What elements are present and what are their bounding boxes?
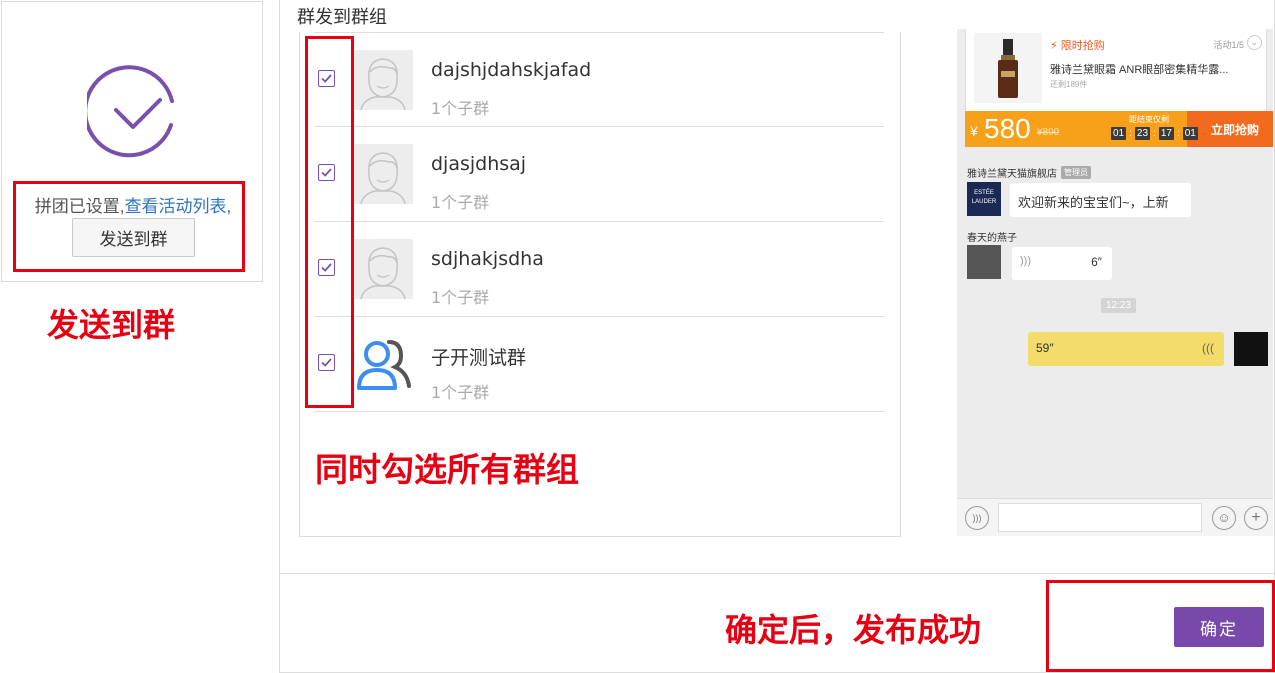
group-row[interactable]: djasjdhsaj 1个子群	[314, 127, 884, 222]
highlight-box-send	[13, 181, 245, 272]
voice-input-icon[interactable]: )))	[965, 506, 989, 530]
product-image	[974, 33, 1042, 103]
countdown-hours: 23	[1134, 127, 1151, 140]
outgoing-voice-message[interactable]: 59″ (((	[1028, 332, 1224, 366]
group-subgroup-count: 1个子群	[431, 193, 490, 212]
person-avatar-icon	[353, 144, 413, 204]
annotation-send-to-group: 发送到群	[47, 306, 176, 344]
product-title: 雅诗兰黛眼霜 ANR眼部密集精华露...	[1050, 64, 1229, 76]
emoji-icon[interactable]: ☺	[1212, 506, 1236, 530]
welcome-message-bubble: 欢迎新来的宝宝们~，上新	[1010, 183, 1191, 217]
person-avatar-icon	[353, 50, 413, 110]
check-circle-icon	[87, 65, 174, 158]
highlight-box-checkboxes	[305, 36, 354, 408]
shop-logo-avatar: ESTĒE LAUDER	[967, 182, 1001, 216]
activity-count: 活动1/5	[1213, 40, 1244, 50]
chat-text-input[interactable]	[998, 503, 1202, 532]
plus-icon[interactable]: +	[1244, 506, 1268, 530]
chat-input-bar: ))) ☺ +	[957, 498, 1273, 536]
price-bar: ¥ 580 ¥800 距结束仅剩 01: 23: 17: 01 立即抢购	[965, 111, 1273, 147]
flash-sale-label: ⚡ 限时抢购	[1050, 40, 1105, 52]
incoming-voice-message[interactable]: ))) 6″	[1012, 247, 1112, 280]
current-price: 580	[984, 113, 1031, 144]
countdown-seconds: 01	[1182, 127, 1198, 140]
annotation-confirm-success: 确定后，发布成功	[725, 611, 982, 649]
voice-duration: 6″	[1091, 255, 1102, 269]
group-name: djasjdhsaj	[431, 153, 527, 175]
chevron-down-icon[interactable]: ⌄	[1247, 35, 1262, 50]
currency-symbol: ¥	[970, 123, 978, 139]
annotation-select-all-groups: 同时勾选所有群组	[315, 450, 579, 489]
mobile-preview: ⚡ 限时抢购 活动1/5 ⌄ 雅诗兰黛眼霜 ANR眼部密集精华露... 还剩18…	[957, 29, 1273, 536]
dialog-title: 群发到群组	[297, 7, 387, 28]
group-list: dajshjdahskjafad 1个子群 djasjdhsaj 1个子群 sd…	[314, 32, 884, 412]
person-avatar-icon	[353, 239, 413, 299]
voice-duration: 59″	[1036, 341, 1054, 355]
stock-remaining: 还剩189件	[1050, 80, 1088, 89]
countdown-timer: 01: 23: 17: 01	[1111, 127, 1198, 140]
chat-sender-user: 春天的燕子	[967, 233, 1017, 244]
original-price: ¥800	[1037, 127, 1060, 138]
group-subgroup-count: 1个子群	[431, 383, 490, 402]
my-avatar	[1234, 332, 1268, 366]
voice-wave-icon: )))	[1020, 255, 1031, 267]
countdown-label: 距结束仅剩	[1129, 115, 1169, 124]
user-avatar	[967, 245, 1001, 279]
group-subgroup-count: 1个子群	[431, 99, 490, 118]
buy-now-button[interactable]: 立即抢购	[1211, 121, 1259, 138]
highlight-box-confirm	[1046, 580, 1275, 672]
shop-name: 雅诗兰黛天猫旗舰店	[967, 169, 1057, 180]
group-subgroup-count: 1个子群	[431, 288, 490, 307]
group-name: sdjhakjsdha	[431, 248, 544, 270]
message-timestamp: 12:23	[1101, 298, 1137, 313]
group-row[interactable]: 子开测试群 1个子群	[314, 317, 884, 412]
group-row[interactable]: dajshjdahskjafad 1个子群	[314, 32, 884, 127]
flash-sale-product-card: ⚡ 限时抢购 活动1/5 ⌄ 雅诗兰黛眼霜 ANR眼部密集精华露... 还剩18…	[965, 29, 1267, 111]
chat-sender-shop: 雅诗兰黛天猫旗舰店 管理员	[967, 165, 1091, 180]
voice-wave-icon: (((	[1202, 341, 1214, 355]
countdown-minutes: 17	[1158, 127, 1174, 140]
admin-badge: 管理员	[1061, 166, 1091, 179]
group-row[interactable]: sdjhakjsdha 1个子群	[314, 222, 884, 317]
broadcast-dialog: 群发到群组 dajshjdahskjafad 1个子群 djasjdhsaj 1…	[279, 0, 1275, 673]
group-name: dajshjdahskjafad	[431, 59, 592, 81]
group-name: 子开测试群	[431, 347, 527, 369]
countdown-days: 01	[1111, 127, 1127, 140]
group-icon	[353, 334, 413, 394]
footer-divider	[280, 573, 1274, 574]
